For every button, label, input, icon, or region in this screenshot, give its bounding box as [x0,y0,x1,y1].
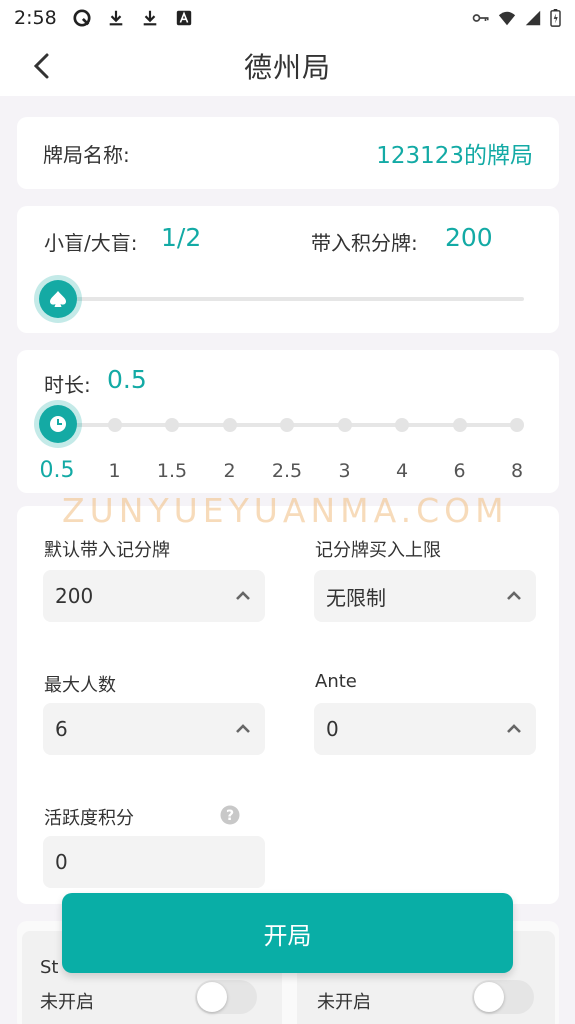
duration-stop-dot[interactable] [452,418,467,432]
duration-label: 时长: [44,373,91,397]
battery-icon [550,9,561,27]
duration-tick-label[interactable]: 2 [223,460,235,482]
ante-field[interactable]: 0 [314,703,536,755]
activity-value: 0 [55,850,68,874]
chevron-up-icon[interactable] [233,586,253,606]
duration-tick-label[interactable]: 6 [453,460,465,482]
duration-slider-thumb[interactable] [39,405,77,443]
toggle-right-status: 未开启 [317,992,371,1013]
status-bar: 2:58 [0,0,575,36]
buyin-limit-value: 无限制 [326,585,386,610]
back-button[interactable] [26,48,56,84]
toggle-left-status: 未开启 [40,992,94,1013]
chevron-up-icon[interactable] [504,719,524,739]
duration-tick-label[interactable]: 4 [396,460,408,482]
page-title: 德州局 [243,51,331,84]
duration-tick-label[interactable]: 0.5 [40,458,75,483]
buyin-label: 带入积分牌: [311,231,418,255]
buyin-limit-field[interactable]: 无限制 [314,570,536,622]
game-name-label: 牌局名称: [43,142,130,167]
game-name-value[interactable]: 123123的牌局 [376,136,533,170]
max-players-value: 6 [55,717,68,741]
duration-card: 时长: 0.5 0.5 1 1.5 2 2.5 3 4 6 8 [17,350,559,493]
duration-stop-dot[interactable] [165,418,179,432]
max-players-label: 最大人数 [44,675,116,696]
spade-icon [50,291,66,307]
status-time: 2:58 [14,7,57,29]
buyin-limit-label: 记分牌买入上限 [315,540,441,561]
signal-icon [525,10,541,26]
toggle-left-switch[interactable] [195,980,257,1014]
chevron-up-icon[interactable] [504,586,524,606]
app-header: 德州局 [0,36,575,96]
duration-tick-label[interactable]: 8 [511,460,523,482]
blinds-value: 1/2 [161,223,202,252]
max-players-field[interactable]: 6 [43,703,265,755]
toggle-left-title: St [40,957,59,978]
duration-stop-dot[interactable] [395,418,409,432]
duration-value: 0.5 [107,365,147,394]
blinds-slider-thumb[interactable] [39,280,77,318]
duration-tick-label[interactable]: 1 [108,460,120,482]
duration-tick-label[interactable]: 2.5 [272,460,302,482]
start-game-button[interactable]: 开局 [62,893,513,973]
q-app-icon [73,9,91,27]
download-icon [109,10,122,26]
blinds-card: 小盲/大盲: 1/2 带入积分牌: 200 [17,206,559,333]
game-name-card[interactable]: 牌局名称: 123123的牌局 [17,117,559,189]
default-buyin-field[interactable]: 200 [43,570,265,622]
key-icon [472,14,489,22]
chevron-up-icon[interactable] [233,719,253,739]
ante-value: 0 [326,717,339,741]
wifi-icon [498,11,516,26]
activity-field[interactable]: 0 [43,836,265,888]
buyin-value: 200 [445,223,493,252]
svg-text:?: ? [226,808,234,824]
duration-stop-dot[interactable] [510,418,524,432]
duration-stop-dot[interactable] [280,418,294,432]
help-icon[interactable]: ? [220,805,240,825]
a-app-icon [176,10,191,26]
default-buyin-label: 默认带入记分牌 [44,540,170,561]
activity-label: 活跃度积分 [44,808,134,829]
duration-stop-dot[interactable] [107,418,122,432]
duration-stop-dot[interactable] [337,418,352,432]
ante-label: Ante [315,671,357,692]
settings-card: 默认带入记分牌 记分牌买入上限 200 无限制 最大人数 Ante 6 0 活跃… [17,506,559,904]
blinds-label: 小盲/大盲: [44,231,138,255]
duration-tick-label[interactable]: 3 [338,460,350,482]
default-buyin-value: 200 [55,584,94,608]
blinds-slider-track[interactable] [57,297,524,301]
duration-tick-label[interactable]: 1.5 [157,460,187,482]
watermark: ZUNYUEYUANMA.COM [62,491,509,530]
download-icon [143,10,156,26]
duration-stop-dot[interactable] [222,418,237,432]
toggle-right-switch[interactable] [472,980,534,1014]
clock-icon [50,416,66,432]
chevron-left-icon [33,53,49,79]
